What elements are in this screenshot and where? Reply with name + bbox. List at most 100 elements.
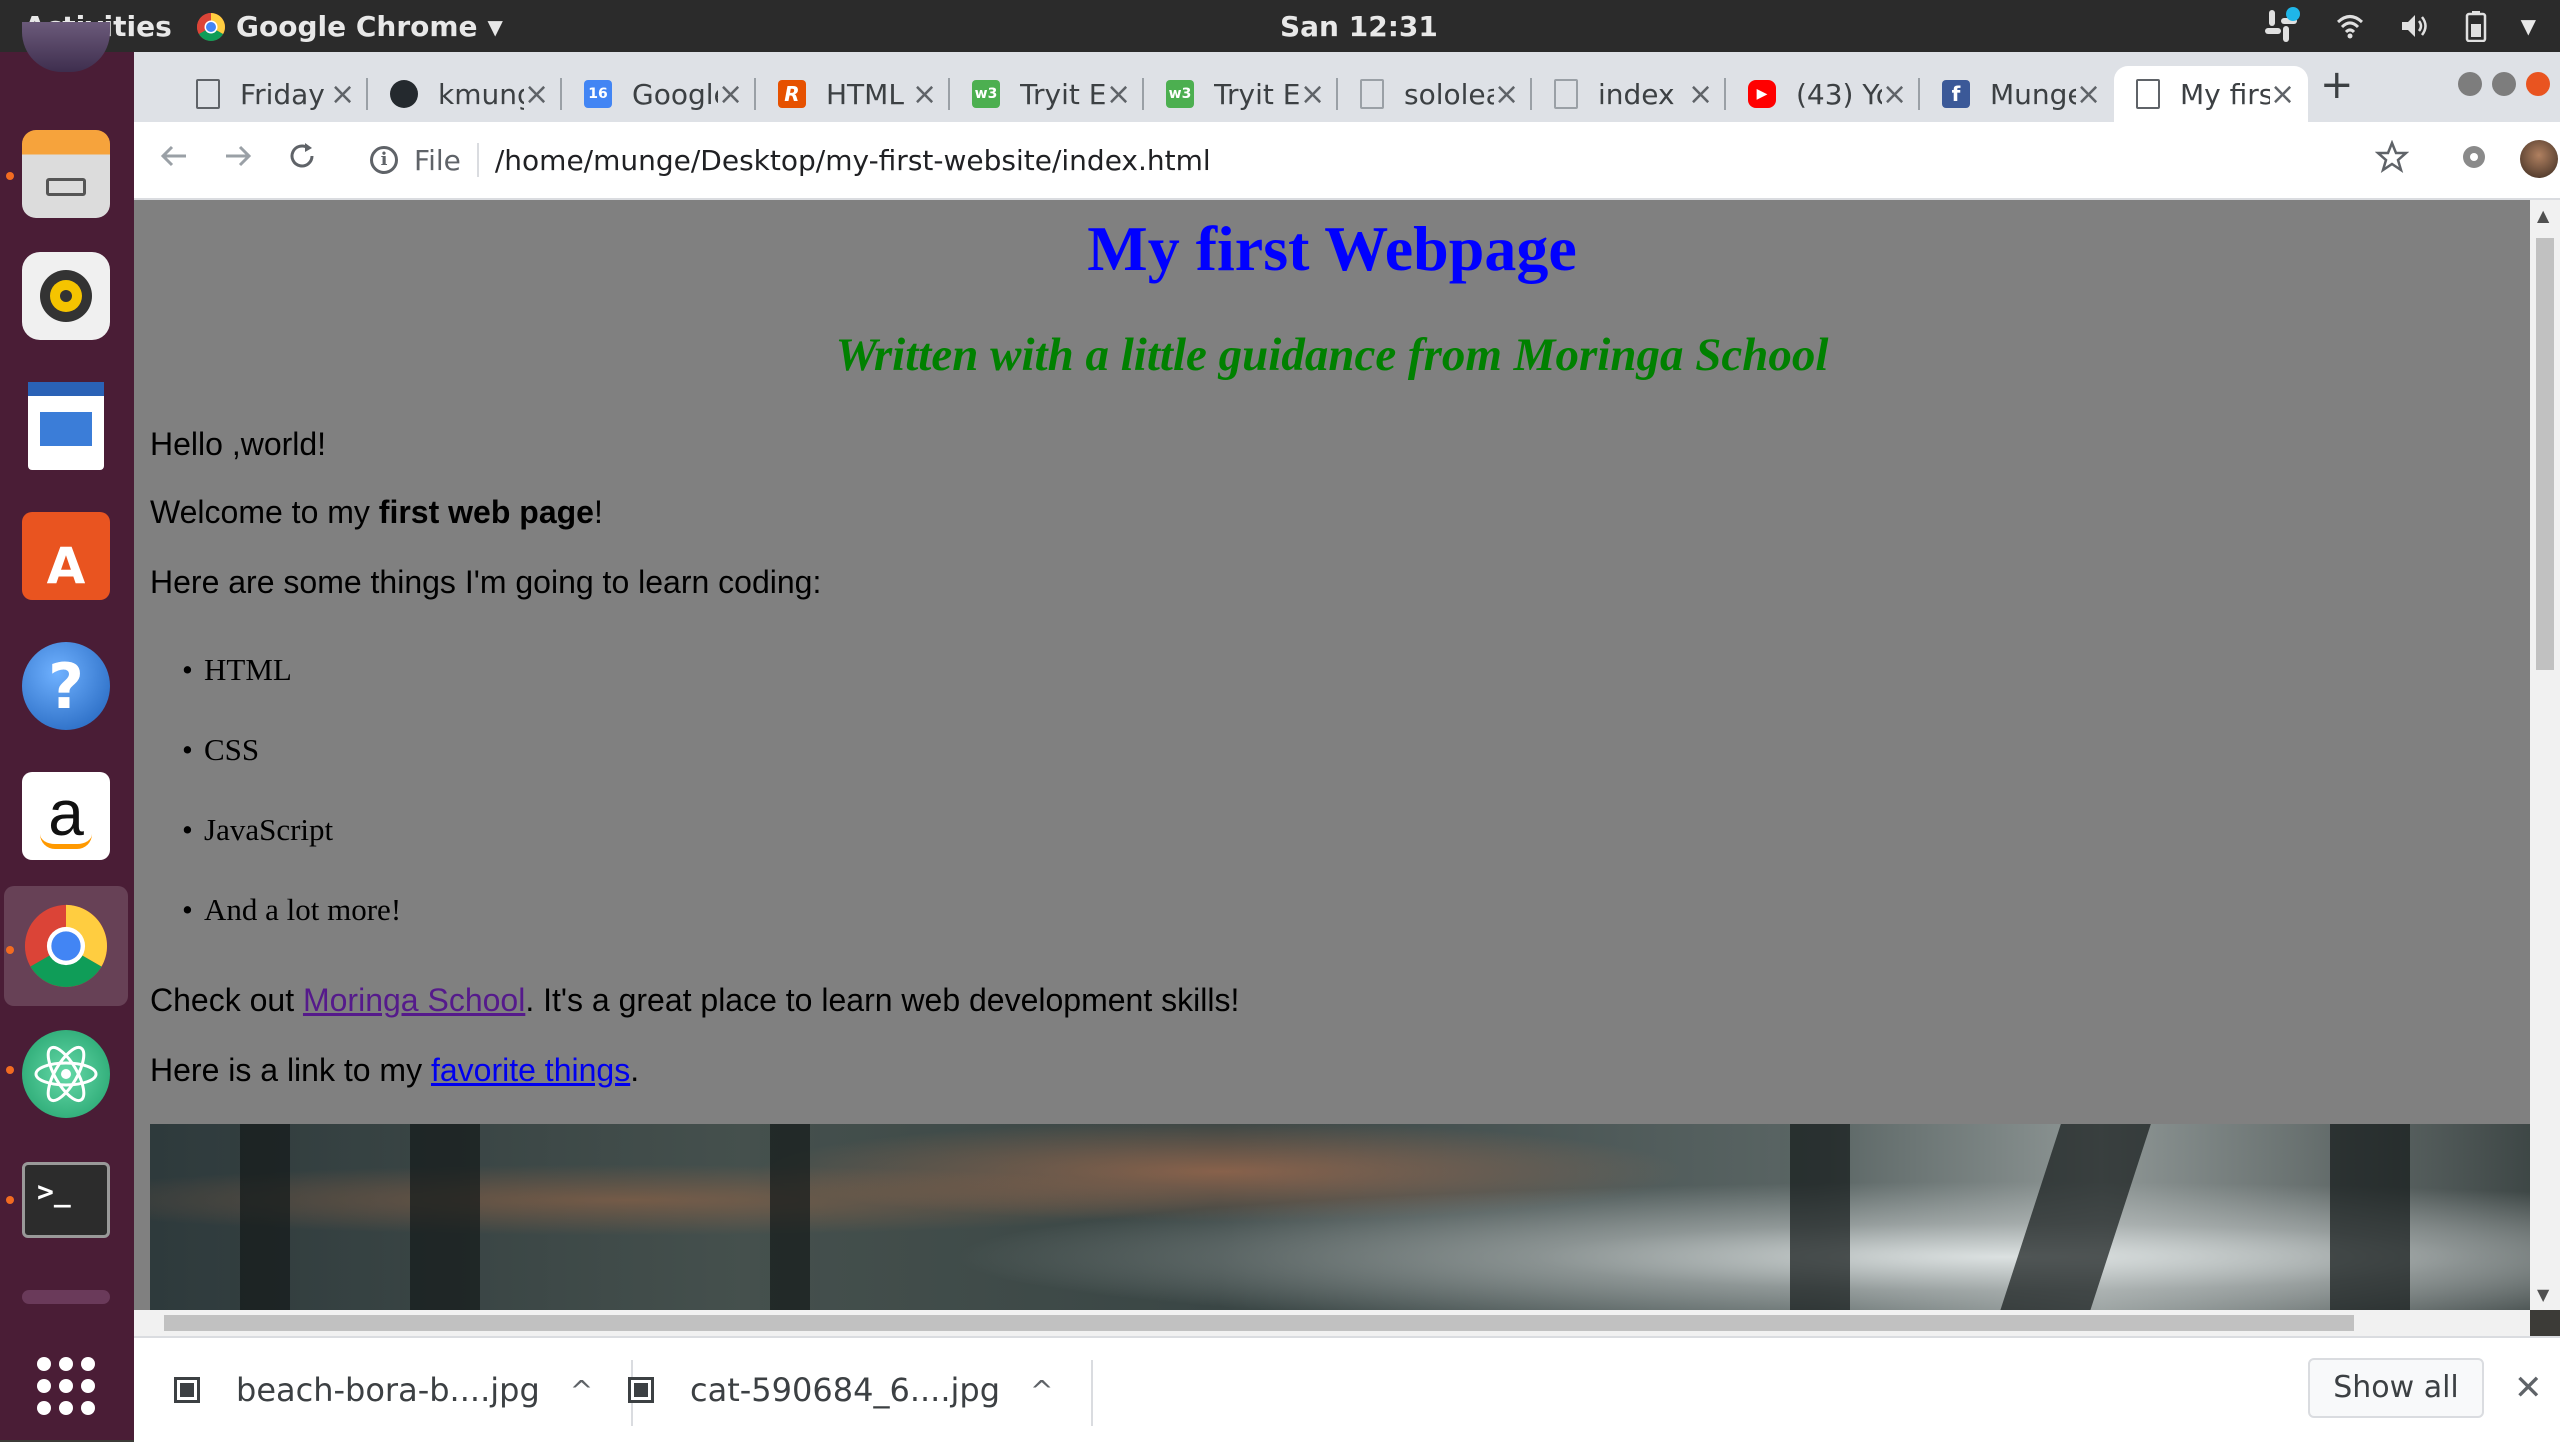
url-text[interactable]: /home/munge/Desktop/my-first-website/ind… (495, 144, 1211, 177)
info-icon[interactable]: i (370, 146, 398, 174)
download-item[interactable]: beach-bora-b....jpg ^ (174, 1338, 634, 1442)
show-all-button[interactable]: Show all (2308, 1358, 2484, 1418)
close-tab-icon[interactable]: × (912, 77, 937, 112)
close-tab-icon[interactable]: × (330, 77, 355, 112)
close-tab-icon[interactable]: × (718, 77, 743, 112)
w3-favicon-icon: w3 (972, 80, 1000, 108)
app-name: Google Chrome (236, 10, 478, 43)
tree-trunk (1790, 1124, 1850, 1310)
fav-pre: Here is a link to my (150, 1052, 431, 1088)
fav-post: . (630, 1052, 640, 1088)
youtube-favicon-icon: ▶ (1748, 80, 1776, 108)
page-content: My first Webpage Written with a little g… (134, 200, 2530, 1310)
volume-icon[interactable] (2399, 11, 2431, 41)
tab[interactable]: kmunge× (368, 66, 562, 122)
tab[interactable]: f Munge × (1920, 66, 2114, 122)
w3-favicon-icon: w3 (1166, 80, 1194, 108)
scroll-thumb[interactable] (2536, 238, 2554, 670)
page-favicon-icon (1554, 79, 1578, 109)
tab[interactable]: Friday × (174, 66, 368, 122)
scroll-down-arrow[interactable]: ▼ (2537, 1285, 2549, 1304)
download-item[interactable]: cat-590684_6....jpg ^ (628, 1338, 1094, 1442)
maximize-button[interactable] (2492, 72, 2516, 96)
address-divider (476, 143, 479, 177)
vertical-scrollbar[interactable]: ▲ ▼ (2530, 200, 2560, 1310)
new-tab-button[interactable]: + (2320, 62, 2354, 108)
favorite-things-link[interactable]: favorite things (431, 1052, 630, 1088)
battery-icon[interactable] (2465, 10, 2487, 42)
chevron-down-icon[interactable]: ▼ (2521, 14, 2536, 38)
chevron-up-icon[interactable]: ^ (570, 1374, 593, 1407)
profile-avatar[interactable] (2520, 140, 2560, 180)
scroll-thumb[interactable] (164, 1315, 2354, 1331)
close-tab-icon[interactable]: × (2076, 77, 2101, 112)
tab-title: (43) YouTube (1796, 77, 1882, 111)
close-tab-icon[interactable]: × (1494, 77, 1519, 112)
close-icon[interactable]: ✕ (2514, 1368, 2543, 1408)
generic-favicon-icon (196, 79, 220, 109)
wifi-icon[interactable] (2335, 11, 2365, 41)
forward-button[interactable] (218, 140, 258, 180)
tab[interactable]: My first Webpage× (2114, 66, 2308, 122)
tab[interactable]: w3 Tryit Editor× (1144, 66, 1338, 122)
tab-title: Friday (240, 77, 325, 111)
tab[interactable]: index × (1532, 66, 1726, 122)
scroll-up-arrow[interactable]: ▲ (2537, 206, 2549, 225)
chrome-icon[interactable] (22, 902, 110, 990)
system-tray[interactable]: ▼ (2261, 0, 2536, 52)
tab-title: HTML (826, 77, 904, 111)
show-applications-icon[interactable] (22, 1342, 110, 1430)
tab[interactable]: w3 Tryit Editor× (950, 66, 1144, 122)
chevron-up-icon[interactable]: ^ (1030, 1374, 1053, 1407)
ubuntu-software-icon[interactable]: A (22, 512, 110, 600)
close-tab-icon[interactable]: × (2270, 77, 2295, 112)
tab-title: sololearn (1404, 77, 1494, 111)
close-tab-icon[interactable]: × (1882, 77, 1907, 112)
rhythmbox-icon[interactable] (22, 252, 110, 340)
download-filename: cat-590684_6....jpg (690, 1371, 1001, 1409)
github-favicon-icon (390, 80, 418, 108)
amazon-icon[interactable]: a (22, 772, 110, 860)
terminal-icon[interactable]: >_ (22, 1162, 110, 1238)
ubuntu-dock: A ? a >_ (0, 22, 134, 1440)
files-icon[interactable] (22, 130, 110, 218)
address-bar[interactable]: i File /home/munge/Desktop/my-first-webs… (370, 132, 2390, 188)
dock-partial-icon[interactable] (22, 22, 110, 72)
reload-button[interactable] (282, 140, 322, 180)
close-tab-icon[interactable]: × (1688, 77, 1713, 112)
close-tab-icon[interactable]: × (1106, 77, 1131, 112)
app-menu[interactable]: Google Chrome ▼ (196, 0, 503, 54)
close-tab-icon[interactable]: × (524, 77, 549, 112)
atom-icon[interactable] (22, 1030, 110, 1118)
tab-title: Tryit Editor (1214, 77, 1300, 111)
dock-partial-icon[interactable] (22, 1290, 110, 1304)
libreoffice-impress-icon[interactable] (28, 382, 104, 470)
running-indicator (6, 946, 14, 954)
close-tab-icon[interactable]: × (1300, 77, 1325, 112)
extension-button[interactable] (2454, 140, 2494, 180)
tab-title: Munge (1990, 77, 2076, 111)
learn-intro: Here are some things I'm going to learn … (150, 564, 822, 600)
avatar (2520, 140, 2558, 178)
slack-icon[interactable] (2261, 6, 2301, 46)
tab-title: kmunge (438, 77, 524, 111)
back-button[interactable] (154, 140, 194, 180)
horizontal-scrollbar[interactable] (134, 1310, 2530, 1336)
minimize-button[interactable] (2458, 72, 2482, 96)
help-icon[interactable]: ? (22, 642, 110, 730)
welcome-post: ! (593, 494, 603, 530)
tree-trunk (1999, 1124, 2151, 1310)
bookmark-star-button[interactable] (2372, 139, 2412, 180)
moringa-school-link[interactable]: Moringa School (303, 982, 525, 1018)
downloads-bar: beach-bora-b....jpg ^ cat-590684_6....jp… (134, 1336, 2560, 1442)
page-subheading: Written with a little guidance from Mori… (835, 329, 1829, 381)
page-favicon-icon (1360, 79, 1384, 109)
tab[interactable]: 16 Google Calendar× (562, 66, 756, 122)
tab[interactable]: R HTML × (756, 66, 950, 122)
tab[interactable]: ▶ (43) YouTube× (1726, 66, 1920, 122)
close-window-button[interactable] (2526, 72, 2550, 96)
tab[interactable]: sololearn× (1338, 66, 1532, 122)
hello-text: Hello ,world! (150, 426, 327, 462)
checkout-post: . It's a great place to learn web develo… (525, 982, 1240, 1018)
clock[interactable]: San 12:31 (1280, 0, 1438, 54)
